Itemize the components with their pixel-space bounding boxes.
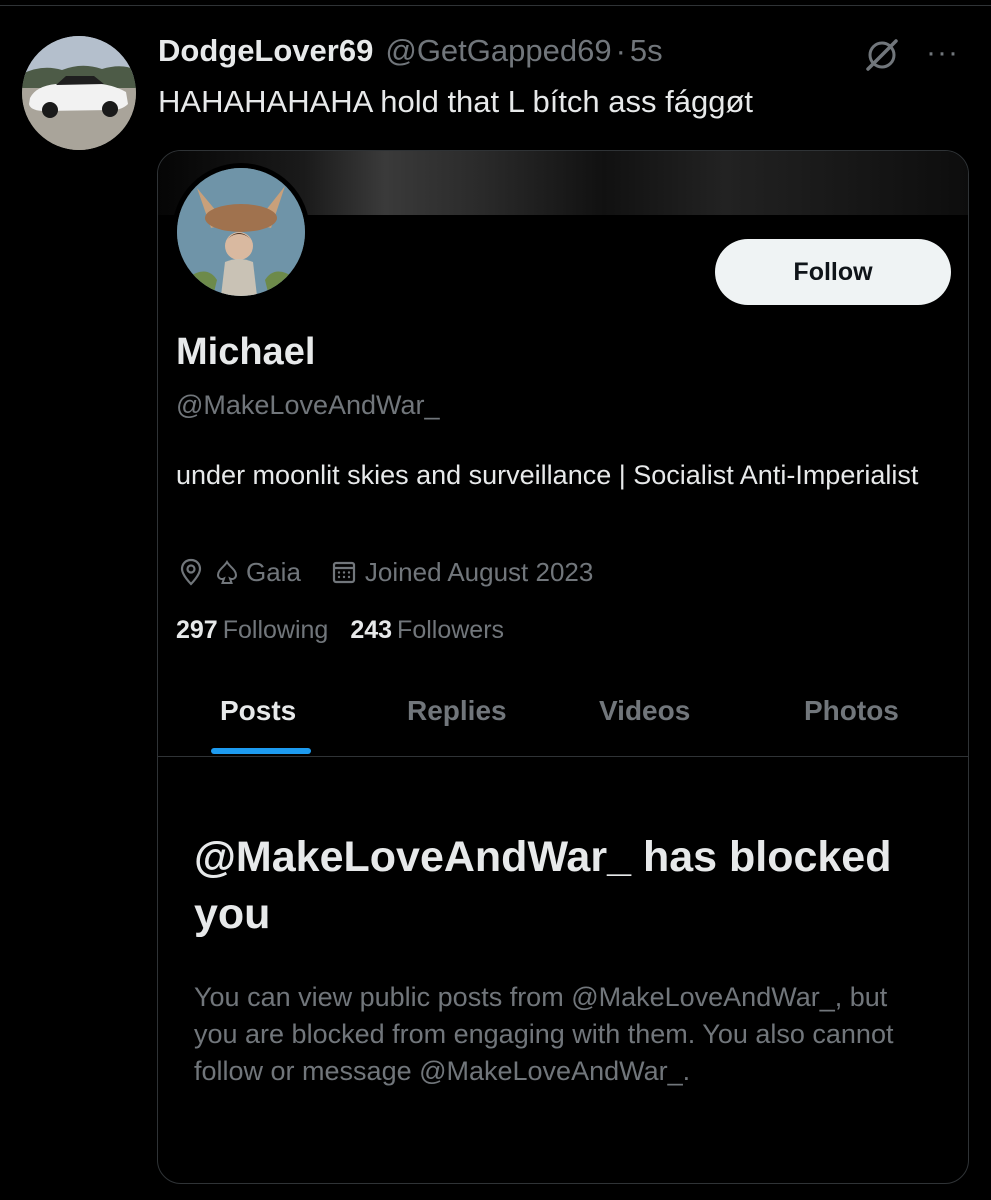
tab-photos[interactable]: Photos	[804, 695, 899, 727]
top-divider	[0, 0, 991, 6]
tab-videos[interactable]: Videos	[599, 695, 690, 727]
tweet-timestamp[interactable]: 5s	[630, 33, 663, 69]
profile-joined: Joined August 2023	[364, 556, 594, 587]
profile-bio: under moonlit skies and surveillance | S…	[176, 460, 919, 490]
following-count: 297	[176, 616, 218, 644]
author-avatar[interactable]	[22, 36, 136, 150]
followers-count: 243	[350, 616, 393, 644]
follow-button[interactable]: Follow	[715, 239, 951, 305]
tab-posts[interactable]: Posts	[220, 695, 296, 727]
following-label: Following	[222, 616, 329, 644]
blocked-message: You can view public posts from @MakeLove…	[194, 982, 894, 1086]
author-handle[interactable]: @GetGapped69	[385, 33, 611, 69]
grok-icon[interactable]	[862, 35, 902, 75]
profile-location: Gaia	[246, 556, 301, 587]
profile-stats: 297 Following 243 Followers	[176, 616, 504, 645]
active-tab-indicator	[211, 748, 311, 754]
profile-card[interactable]: Follow Michael @MakeLoveAndWar_ under mo…	[157, 150, 969, 1184]
location-pin-icon	[180, 558, 202, 586]
more-icon[interactable]: ···	[926, 38, 966, 68]
tweet-header: DodgeLover69 @GetGapped69 · 5s	[158, 33, 663, 77]
profile-handle[interactable]: @MakeLoveAndWar_	[176, 390, 440, 421]
tweet-text: HAHAHAHAHA hold that L bítch ass fággøt	[158, 84, 754, 119]
calendar-icon	[332, 561, 356, 584]
followers-label: Followers	[397, 616, 505, 644]
followers-link[interactable]: 243 Followers	[350, 616, 504, 645]
author-name[interactable]: DodgeLover69	[158, 33, 373, 69]
profile-avatar-art	[177, 168, 305, 296]
separator-dot: ·	[615, 33, 626, 68]
profile-meta: Gaia Joined August 2023	[176, 554, 593, 590]
profile-name[interactable]: Michael	[176, 331, 315, 374]
tab-replies[interactable]: Replies	[407, 695, 507, 727]
car-photo	[22, 36, 136, 150]
profile-avatar[interactable]	[172, 163, 310, 301]
profile-tabs: Posts Replies Videos Photos	[158, 681, 968, 757]
blocked-title: @MakeLoveAndWar_ has blocked you	[194, 833, 892, 938]
following-link[interactable]: 297 Following	[176, 616, 328, 645]
spade-icon	[216, 560, 238, 584]
